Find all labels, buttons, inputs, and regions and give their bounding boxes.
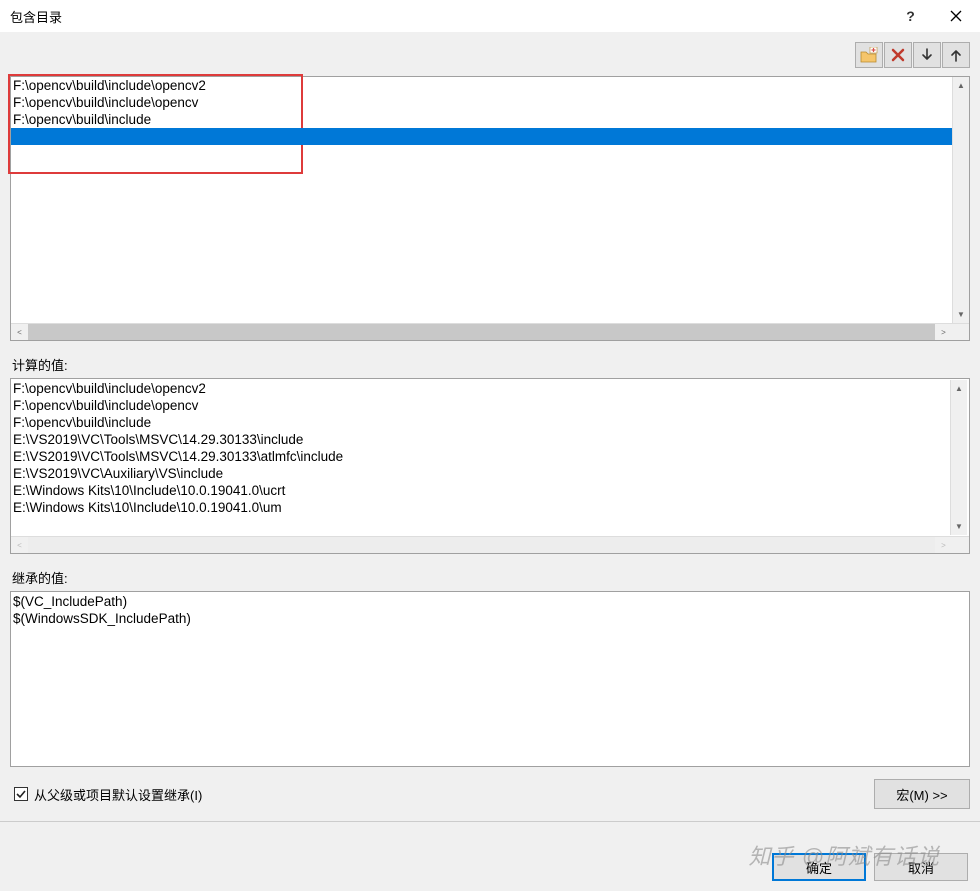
close-button[interactable] (933, 0, 978, 32)
computed-values-list[interactable]: F:\opencv\build\include\opencv2 F:\openc… (13, 380, 950, 535)
scroll-left-arrow[interactable]: < (11, 324, 28, 340)
arrow-up-icon (950, 48, 962, 62)
delete-icon (891, 48, 905, 62)
horizontal-scrollbar[interactable]: < > (11, 323, 969, 340)
delete-button[interactable] (884, 42, 912, 68)
content-area: F:\opencv\build\include\opencv2 F:\openc… (0, 32, 980, 843)
dialog-window: 包含目录 ? (0, 0, 980, 891)
hscroll-track (28, 537, 935, 553)
inherited-values-label: 继承的值: (12, 568, 970, 587)
dialog-footer: 知乎 @阿斌有话说 确定 取消 (0, 843, 980, 891)
separator (0, 821, 980, 822)
ok-button[interactable]: 确定 (772, 853, 866, 881)
paths-editor-list[interactable]: F:\opencv\build\include\opencv2 F:\openc… (11, 77, 952, 323)
computed-row: E:\Windows Kits\10\Include\10.0.19041.0\… (13, 482, 950, 499)
arrow-down-icon (921, 48, 933, 62)
scroll-down-arrow[interactable]: ▼ (950, 518, 967, 535)
macros-button[interactable]: 宏(M) >> (874, 779, 970, 809)
computed-row: E:\VS2019\VC\Auxiliary\VS\include (13, 465, 950, 482)
scroll-corner (952, 537, 969, 553)
computed-row: E:\VS2019\VC\Tools\MSVC\14.29.30133\atlm… (13, 448, 950, 465)
inherit-checkbox[interactable] (14, 787, 28, 801)
help-button[interactable]: ? (888, 0, 933, 32)
inherited-row: $(WindowsSDK_IncludePath) (13, 610, 967, 627)
scroll-right-arrow[interactable]: > (935, 324, 952, 340)
computed-row: E:\VS2019\VC\Tools\MSVC\14.29.30133\incl… (13, 431, 950, 448)
editor-toolbar (10, 40, 970, 70)
scroll-right-arrow: > (935, 537, 952, 553)
path-row[interactable]: F:\opencv\build\include\opencv2 (11, 77, 952, 94)
window-title: 包含目录 (10, 7, 888, 26)
scroll-up-arrow[interactable]: ▲ (950, 380, 967, 397)
inherit-checkbox-label[interactable]: 从父级或项目默认设置继承(I) (34, 785, 202, 804)
path-row-empty-selected[interactable] (11, 128, 952, 145)
checkmark-icon (16, 789, 26, 799)
computed-row: F:\opencv\build\include\opencv2 (13, 380, 950, 397)
close-icon (950, 10, 962, 22)
scroll-corner (952, 324, 969, 340)
inherited-row: $(VC_IncludePath) (13, 593, 967, 610)
inherited-values-list[interactable]: $(VC_IncludePath) $(WindowsSDK_IncludePa… (13, 593, 967, 765)
folder-new-icon (860, 47, 878, 63)
cancel-button[interactable]: 取消 (874, 853, 968, 881)
path-row[interactable]: F:\opencv\build\include (11, 111, 952, 128)
inherit-checkbox-row: 从父级或项目默认设置继承(I) 宏(M) >> (14, 779, 970, 809)
horizontal-scrollbar: < > (11, 536, 969, 553)
move-up-button[interactable] (942, 42, 970, 68)
scroll-track[interactable] (950, 397, 967, 518)
computed-values-box: F:\opencv\build\include\opencv2 F:\openc… (10, 378, 970, 554)
computed-row: F:\opencv\build\include (13, 414, 950, 431)
scroll-down-arrow[interactable]: ▼ (952, 306, 969, 323)
titlebar: 包含目录 ? (0, 0, 980, 32)
computed-row: F:\opencv\build\include\opencv (13, 397, 950, 414)
vertical-scrollbar[interactable]: ▲ ▼ (950, 380, 967, 535)
scroll-track[interactable] (952, 94, 969, 306)
hscroll-track[interactable] (28, 324, 935, 340)
path-row[interactable]: F:\opencv\build\include\opencv (11, 94, 952, 111)
scroll-up-arrow[interactable]: ▲ (952, 77, 969, 94)
hscroll-thumb[interactable] (28, 324, 935, 340)
paths-editor[interactable]: F:\opencv\build\include\opencv2 F:\openc… (10, 76, 970, 341)
scroll-left-arrow: < (11, 537, 28, 553)
inherited-values-box: $(VC_IncludePath) $(WindowsSDK_IncludePa… (10, 591, 970, 767)
move-down-button[interactable] (913, 42, 941, 68)
vertical-scrollbar[interactable]: ▲ ▼ (952, 77, 969, 323)
computed-row: E:\Windows Kits\10\Include\10.0.19041.0\… (13, 499, 950, 516)
computed-values-label: 计算的值: (12, 355, 970, 374)
new-folder-button[interactable] (855, 42, 883, 68)
